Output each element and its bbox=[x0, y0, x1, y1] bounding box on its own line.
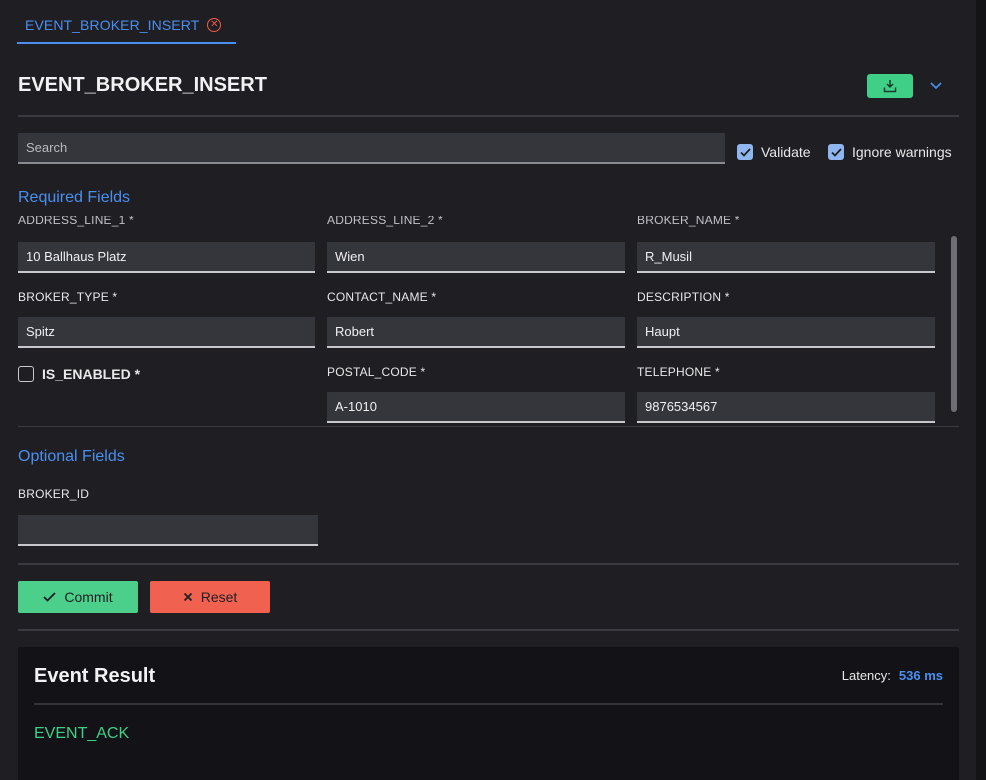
required-fields-scroll[interactable]: ADDRESS_LINE_1 * 10 Ballhaus Platz ADDRE… bbox=[18, 216, 960, 426]
field-label-address-line-1: ADDRESS_LINE_1 * bbox=[18, 216, 134, 227]
check-icon bbox=[43, 592, 57, 602]
is-enabled-checkbox[interactable]: IS_ENABLED * bbox=[18, 366, 140, 382]
tab-event-broker-insert[interactable]: EVENT_BROKER_INSERT ✕ bbox=[17, 8, 236, 44]
download-button[interactable] bbox=[867, 74, 913, 98]
event-result-title: Event Result bbox=[34, 665, 156, 687]
divider bbox=[18, 426, 959, 427]
field-label-broker-type: BROKER_TYPE * bbox=[18, 290, 118, 304]
broker-type-input[interactable]: Spitz bbox=[18, 317, 315, 348]
close-circle-icon[interactable]: ✕ bbox=[207, 18, 222, 32]
divider bbox=[18, 115, 959, 117]
app-window: EVENT_BROKER_INSERT ✕ EVENT_BROKER_INSER… bbox=[0, 0, 976, 780]
field-label-postal-code: POSTAL_CODE * bbox=[327, 365, 426, 379]
search-input[interactable] bbox=[18, 133, 725, 164]
description-input[interactable]: Haupt bbox=[637, 317, 935, 348]
scrollbar[interactable] bbox=[951, 236, 957, 412]
tab-label: EVENT_BROKER_INSERT bbox=[25, 17, 200, 33]
ignore-warnings-checkbox[interactable]: Ignore warnings bbox=[828, 144, 952, 160]
reset-button[interactable]: Reset bbox=[150, 581, 270, 613]
download-icon bbox=[883, 80, 897, 93]
broker-id-input[interactable] bbox=[18, 515, 318, 546]
is-enabled-label: IS_ENABLED * bbox=[42, 366, 141, 382]
window-edge bbox=[976, 0, 986, 780]
divider bbox=[18, 629, 959, 631]
optional-fields-title: Optional Fields bbox=[18, 448, 125, 465]
address-line-2-input[interactable]: Wien bbox=[327, 242, 625, 273]
divider bbox=[34, 703, 943, 705]
address-line-1-input[interactable]: 10 Ballhaus Platz bbox=[18, 242, 315, 273]
required-fields-title: Required Fields bbox=[18, 189, 131, 206]
latency-label: Latency: bbox=[841, 668, 891, 683]
event-result-panel: Event Result Latency: 536 ms EVENT_ACK bbox=[18, 647, 959, 780]
field-label-broker-name: BROKER_NAME * bbox=[637, 216, 740, 227]
latency-value: 536 ms bbox=[898, 668, 943, 683]
contact-name-input[interactable]: Robert bbox=[327, 317, 625, 348]
x-icon bbox=[183, 592, 193, 602]
divider bbox=[18, 563, 959, 565]
check-icon[interactable] bbox=[737, 144, 753, 160]
commit-label: Commit bbox=[64, 589, 113, 605]
event-status: EVENT_ACK bbox=[34, 725, 130, 742]
reset-label: Reset bbox=[200, 589, 238, 605]
latency-readout: Latency: 536 ms bbox=[842, 668, 943, 683]
field-label-address-line-2: ADDRESS_LINE_2 * bbox=[327, 216, 443, 227]
chevron-down-icon[interactable] bbox=[928, 78, 944, 94]
validate-label: Validate bbox=[761, 144, 811, 160]
checkbox-empty-icon[interactable] bbox=[18, 366, 34, 382]
broker-name-input[interactable]: R_Musil bbox=[637, 242, 935, 273]
check-icon[interactable] bbox=[828, 144, 844, 160]
postal-code-input[interactable]: A-1010 bbox=[327, 392, 625, 423]
field-label-description: DESCRIPTION * bbox=[637, 290, 730, 304]
telephone-input[interactable]: 9876534567 bbox=[637, 392, 935, 423]
field-label-telephone: TELEPHONE * bbox=[637, 365, 720, 379]
validate-checkbox[interactable]: Validate bbox=[737, 144, 811, 160]
field-label-broker-id: BROKER_ID bbox=[18, 487, 90, 501]
page-title: EVENT_BROKER_INSERT bbox=[18, 74, 267, 96]
commit-button[interactable]: Commit bbox=[18, 581, 138, 613]
ignore-warnings-label: Ignore warnings bbox=[852, 144, 952, 160]
field-label-contact-name: CONTACT_NAME * bbox=[327, 290, 437, 304]
